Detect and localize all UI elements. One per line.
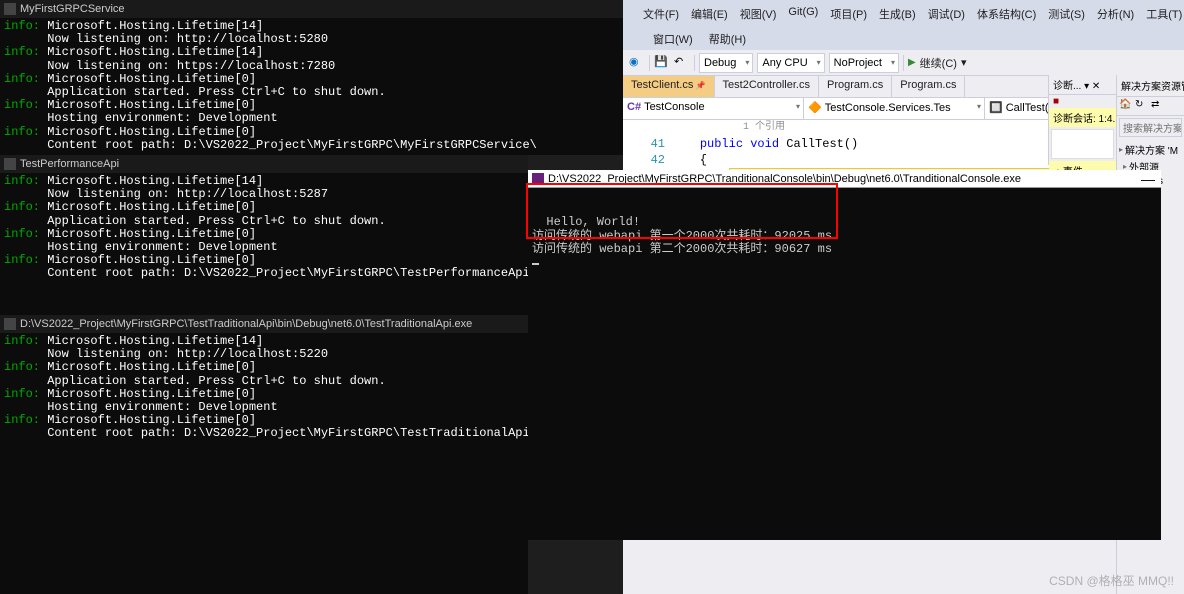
editor-tab[interactable]: TestClient.cs: [623, 76, 715, 97]
console-title: D:\VS2022_Project\MyFirstGRPC\TestTradit…: [20, 318, 472, 330]
sln-search-input[interactable]: 搜索解决方案: [1119, 118, 1182, 137]
menu-item[interactable]: 项目(P): [830, 6, 867, 22]
menu-item[interactable]: 测试(S): [1048, 6, 1085, 22]
sln-title: 解决方案资源管理: [1117, 75, 1184, 97]
diag-chart: [1051, 129, 1114, 159]
class-dropdown[interactable]: 🔶TestConsole.Services.Tes: [804, 98, 985, 119]
menu-item[interactable]: 窗口(W): [653, 31, 693, 47]
app-icon: [4, 3, 16, 15]
minimize-icon[interactable]: —: [1141, 171, 1155, 187]
vs-menu-items: 文件(F) 编辑(E) 视图(V) Git(G) 项目(P) 生成(B) 调试(D) 体系结构…: [643, 6, 1184, 22]
home-icon[interactable]: 🏠: [1119, 99, 1133, 113]
console-titlebar[interactable]: D:\VS2022_Project\MyFirstGRPC\TestTradit…: [0, 315, 528, 333]
menu-item[interactable]: 帮助(H): [709, 31, 746, 47]
console-output: info: Microsoft.Hosting.Lifetime[14] Now…: [0, 173, 528, 283]
app-icon: [4, 158, 16, 170]
watermark: CSDN @格格巫 MMQ!!: [1049, 572, 1174, 589]
console-title: MyFirstGRPCService: [20, 3, 125, 15]
console-tranditionalconsole: D:\VS2022_Project\MyFirstGRPC\Trandition…: [528, 170, 1161, 540]
menu-item[interactable]: 调试(D): [928, 6, 965, 22]
menu-item[interactable]: 体系结构(C): [977, 6, 1036, 22]
save-icon[interactable]: 💾: [654, 55, 670, 71]
console-output: info: Microsoft.Hosting.Lifetime[14] Now…: [0, 333, 528, 443]
diagnostics-panel: 诊断... ▾ ✕ ■ 诊断会话: 1:4... ▲事件: [1048, 75, 1116, 165]
console-title: TestPerformanceApi: [20, 158, 119, 170]
menu-item[interactable]: 编辑(E): [691, 6, 728, 22]
namespace-dropdown[interactable]: C#TestConsole: [623, 98, 804, 119]
menu-item[interactable]: 生成(B): [879, 6, 916, 22]
console-output: Hello, World! 访问传统的 webapi 第一个2000次共耗时：9…: [528, 188, 1161, 271]
vs-toolbar: ◉ 💾 ↶ Debug Any CPU NoProject 继续(C) ▾: [623, 50, 1184, 76]
highlight-box: [526, 183, 838, 239]
menu-item[interactable]: 工具(T): [1146, 6, 1182, 22]
menu-item[interactable]: 分析(N): [1097, 6, 1134, 22]
editor-gutter: 414243: [623, 120, 671, 170]
editor-tab[interactable]: Program.cs: [892, 76, 965, 97]
console-testperformanceapi: TestPerformanceApi info: Microsoft.Hosti…: [0, 155, 528, 315]
vs-menubar-row2: 窗口(W) 帮助(H): [623, 28, 1184, 50]
vs-menubar: 文件(F) 编辑(E) 视图(V) Git(G) 项目(P) 生成(B) 调试(D) 体系结构…: [623, 0, 1184, 28]
back-icon[interactable]: ◉: [629, 55, 645, 71]
console-output: info: Microsoft.Hosting.Lifetime[14] Now…: [0, 18, 623, 154]
console-testtraditionalapi: D:\VS2022_Project\MyFirstGRPC\TestTradit…: [0, 315, 528, 594]
project-dropdown[interactable]: NoProject: [829, 53, 899, 73]
sync-icon[interactable]: ⇄: [1151, 99, 1165, 113]
console-titlebar[interactable]: MyFirstGRPCService: [0, 0, 623, 18]
console-myfirstgrpcservice: MyFirstGRPCService info: Microsoft.Hosti…: [0, 0, 623, 155]
continue-button[interactable]: 继续(C) ▾: [908, 55, 967, 71]
editor-tab[interactable]: Test2Controller.cs: [715, 76, 819, 97]
undo-icon[interactable]: ↶: [674, 55, 690, 71]
config-dropdown[interactable]: Debug: [699, 53, 753, 73]
refresh-icon[interactable]: ↻: [1135, 99, 1149, 113]
tree-node[interactable]: ▸解决方案 'M: [1119, 141, 1182, 158]
menu-item[interactable]: 视图(V): [740, 6, 777, 22]
editor-tab[interactable]: Program.cs: [819, 76, 892, 97]
app-icon: [4, 318, 16, 330]
platform-dropdown[interactable]: Any CPU: [757, 53, 824, 73]
sln-toolbar: 🏠 ↻ ⇄: [1117, 97, 1184, 116]
stop-icon[interactable]: ■: [1053, 96, 1059, 107]
diag-session: 诊断会话: 1:4...: [1049, 108, 1116, 127]
menu-item[interactable]: Git(G): [788, 6, 818, 22]
diag-title[interactable]: 诊断... ▾ ✕: [1049, 75, 1116, 95]
menu-item[interactable]: 文件(F): [643, 6, 679, 22]
console-titlebar[interactable]: TestPerformanceApi: [0, 155, 528, 173]
